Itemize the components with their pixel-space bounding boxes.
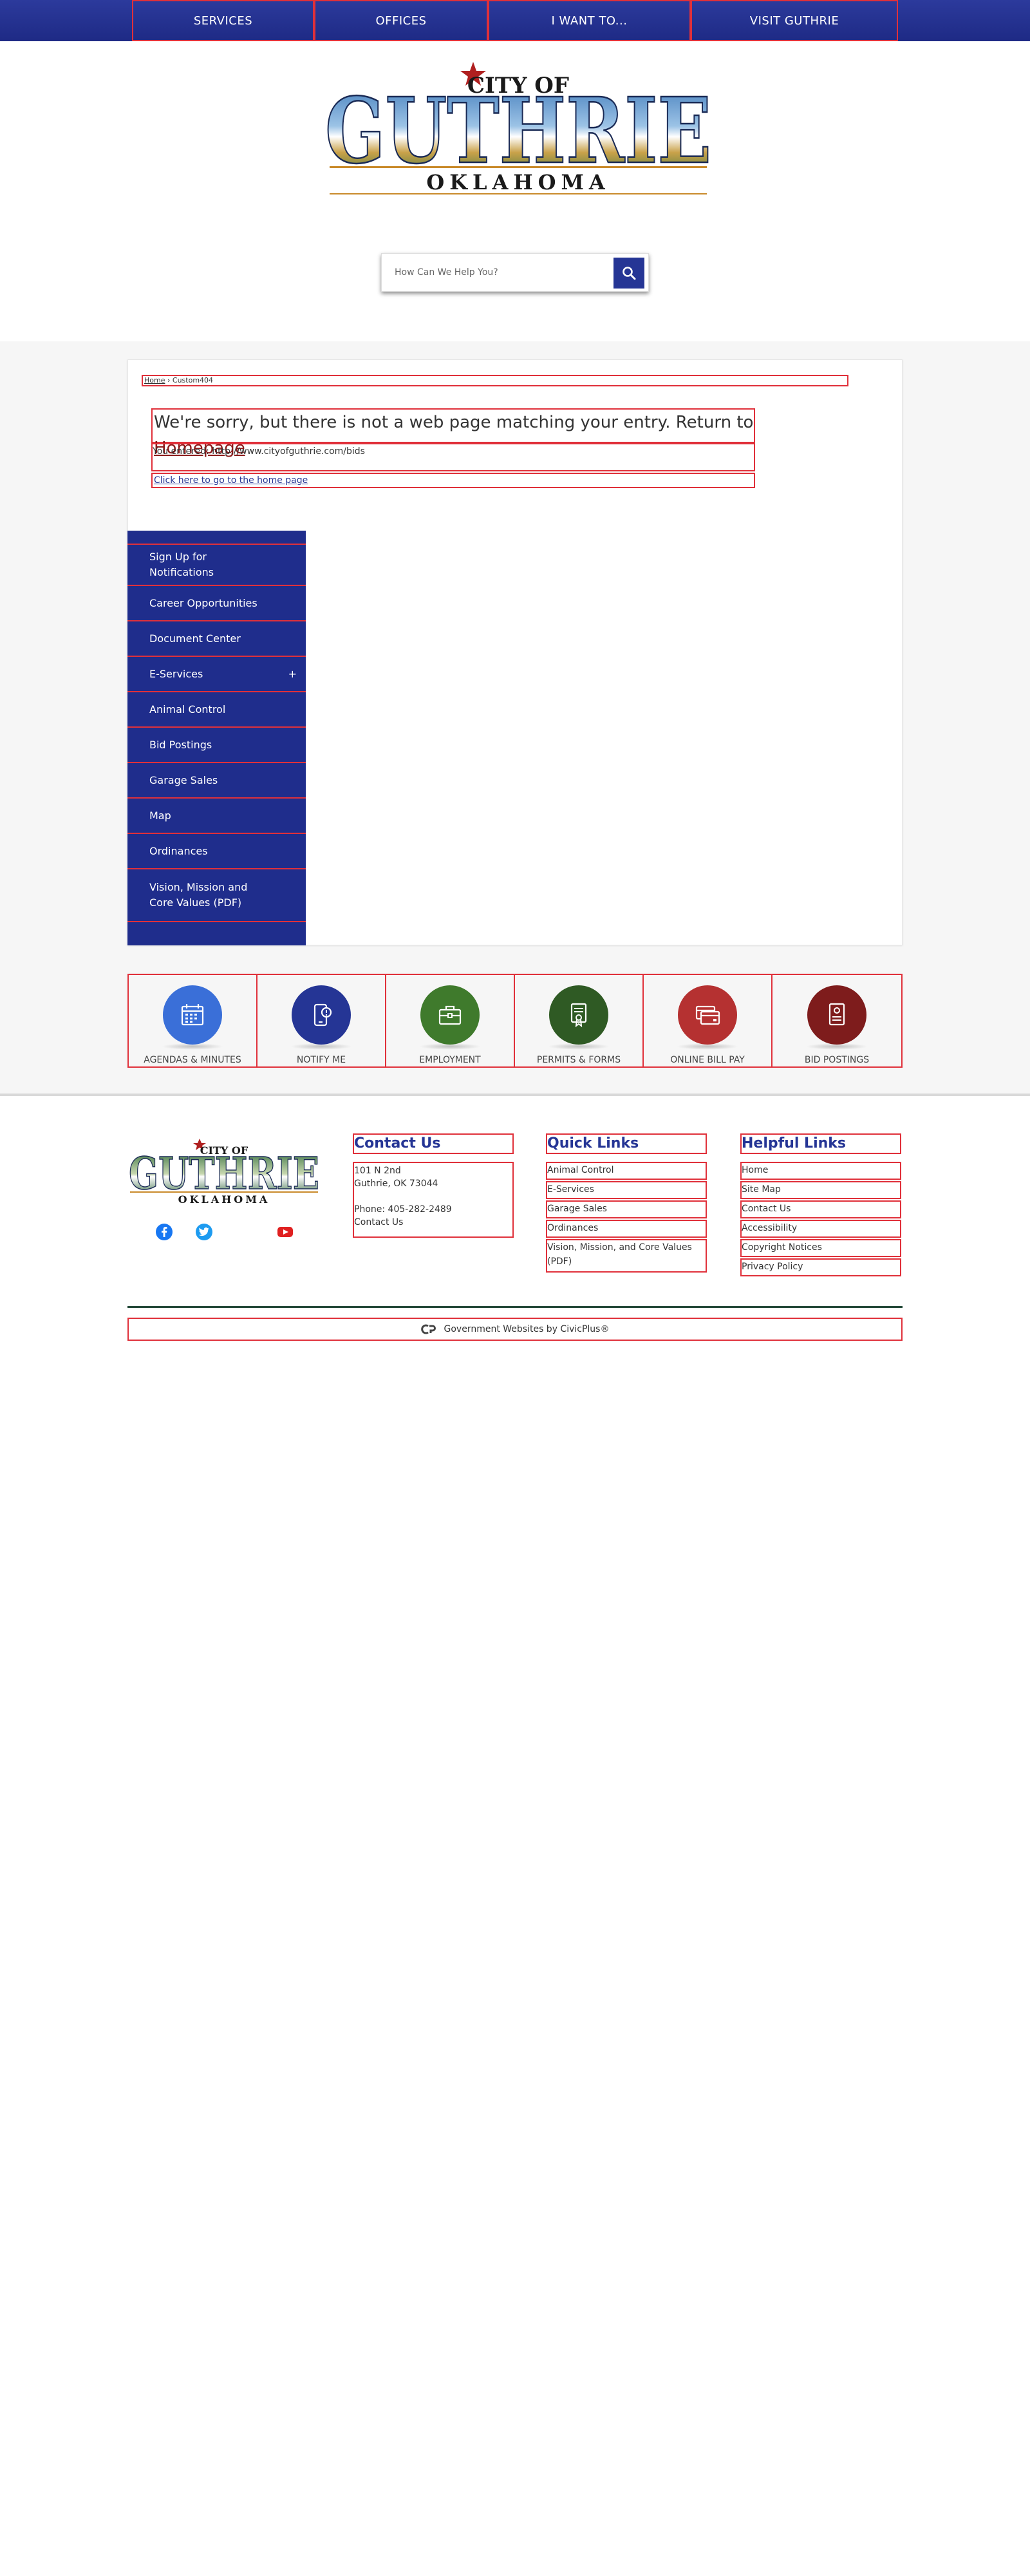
sidebar-item-label: Map (149, 809, 171, 822)
footer-helpful-link[interactable]: Privacy Policy (740, 1258, 901, 1276)
sidebar-item-label: Ordinances (149, 844, 208, 857)
top-nav-items: SERVICES OFFICES I WANT TO... VISIT GUTH… (132, 0, 898, 41)
search-button[interactable] (613, 258, 644, 289)
error-message: We're sorry, but there is not a web page… (151, 408, 755, 458)
footer-helpful-link[interactable]: Home (740, 1162, 901, 1180)
quick-link-notify-me[interactable]: NOTIFY ME (256, 974, 386, 1068)
footer-contact-link[interactable]: Contact Us (354, 1216, 512, 1229)
breadcrumb-current: Custom404 (172, 376, 214, 384)
footer-quick-links-heading: Quick Links (546, 1133, 707, 1154)
quick-link-label: PERMITS & FORMS (536, 1055, 621, 1065)
logo-oklahoma: OKLAHOMA (426, 170, 610, 194)
footer-contact-info: 101 N 2nd Guthrie, OK 73044 Phone: 405-2… (353, 1162, 514, 1238)
footer-quick-link[interactable]: Garage Sales (546, 1200, 707, 1218)
home-page-link-box: Click here to go to the home page (151, 473, 755, 488)
sidebar-item-map[interactable]: Map (127, 799, 306, 834)
bid-document-icon (807, 985, 866, 1045)
nav-item-i-want-to[interactable]: I WANT TO... (488, 0, 691, 41)
footer-rule (127, 1306, 903, 1308)
permit-document-icon (549, 985, 608, 1045)
quick-link-permits-forms[interactable]: PERMITS & FORMS (514, 974, 644, 1068)
site-search (381, 253, 649, 292)
sidebar-item-label: Document Center (149, 632, 241, 645)
facebook-icon[interactable] (156, 1224, 173, 1240)
footer-helpful-link[interactable]: Accessibility (740, 1220, 901, 1238)
breadcrumb: Home › Custom404 (142, 375, 848, 386)
search-icon (623, 267, 636, 280)
sidebar-item-career-opportunities[interactable]: Career Opportunities (127, 586, 306, 621)
quick-link-online-bill-pay[interactable]: ONLINE BILL PAY (642, 974, 772, 1068)
sidebar-item-label: Bid Postings (149, 738, 212, 751)
quick-link-agendas[interactable]: AGENDAS & MINUTES (127, 974, 258, 1068)
briefcase-icon (420, 985, 480, 1045)
sidebar-item-e-services[interactable]: E-Services + (127, 657, 306, 692)
sidebar-item-animal-control[interactable]: Animal Control (127, 692, 306, 728)
footer-quick-link[interactable]: Vision, Mission, and Core Values (PDF) (546, 1239, 707, 1273)
quick-link-employment[interactable]: EMPLOYMENT (385, 974, 515, 1068)
sidebar: Sign Up for Notifications Career Opportu… (127, 531, 306, 945)
youtube-icon[interactable] (277, 1224, 294, 1240)
sidebar-item-bid-postings[interactable]: Bid Postings (127, 728, 306, 763)
sidebar-item-notifications[interactable]: Sign Up for Notifications (127, 544, 306, 586)
error-message-text: We're sorry, but there is not a web page… (154, 413, 754, 432)
quick-link-label: NOTIFY ME (296, 1055, 346, 1065)
city-logo[interactable]: CITY OF GUTHRIE OKLAHOMA (322, 59, 715, 201)
quick-link-label: EMPLOYMENT (419, 1055, 481, 1065)
sidebar-item-label: Career Opportunities (149, 596, 258, 609)
top-navigation: SERVICES OFFICES I WANT TO... VISIT GUTH… (0, 0, 1030, 41)
home-page-link[interactable]: Click here to go to the home page (154, 475, 308, 486)
quick-link-label: AGENDAS & MINUTES (144, 1055, 241, 1065)
civicplus-credit[interactable]: Government Websites by CivicPlus® (127, 1318, 903, 1341)
logo-guthrie: GUTHRIE (325, 79, 711, 184)
footer-address-line1: 101 N 2nd (354, 1166, 401, 1176)
footer-logo[interactable]: CITY OF GUTHRIE OKLAHOMA (127, 1137, 321, 1209)
footer-quick-link[interactable]: E-Services (546, 1181, 707, 1199)
sidebar-item-garage-sales[interactable]: Garage Sales (127, 763, 306, 799)
search-input[interactable] (382, 254, 611, 291)
nav-item-offices[interactable]: OFFICES (314, 0, 488, 41)
sidebar-item-document-center[interactable]: Document Center (127, 621, 306, 657)
breadcrumb-home[interactable]: Home (144, 376, 165, 384)
calendar-icon (163, 985, 222, 1045)
nav-item-services[interactable]: SERVICES (132, 0, 314, 41)
entered-url: You entered: http://www.cityofguthrie.co… (151, 443, 755, 471)
nav-item-visit-guthrie[interactable]: VISIT GUTHRIE (691, 0, 898, 41)
expand-plus-icon[interactable]: + (288, 667, 297, 682)
civicplus-logo-icon (420, 1324, 436, 1334)
footer-contact-heading: Contact Us (353, 1133, 514, 1154)
footer-helpful-links-heading: Helpful Links (740, 1133, 901, 1154)
quick-link-bid-postings[interactable]: BID POSTINGS (771, 974, 903, 1068)
twitter-icon[interactable] (196, 1224, 212, 1240)
footer-helpful-link[interactable]: Site Map (740, 1181, 901, 1199)
breadcrumb-separator: › (167, 376, 171, 384)
footer-spacer (354, 1190, 512, 1203)
notification-phone-icon (292, 985, 351, 1045)
civicplus-text: Government Websites by CivicPlus® (444, 1324, 610, 1334)
footer-address-line2: Guthrie, OK 73044 (354, 1179, 438, 1189)
footer-helpful-link[interactable]: Contact Us (740, 1200, 901, 1218)
credit-card-icon (678, 985, 737, 1045)
footer-quick-link[interactable]: Animal Control (546, 1162, 707, 1180)
footer-quick-link[interactable]: Ordinances (546, 1220, 707, 1238)
sidebar-item-label: Vision, Mission and Core Values (PDF) (149, 881, 248, 909)
sidebar-item-ordinances[interactable]: Ordinances (127, 834, 306, 869)
footer-logo-oklahoma: OKLAHOMA (178, 1193, 270, 1206)
footer-phone: Phone: 405-282-2489 (354, 1204, 452, 1215)
quick-link-label: ONLINE BILL PAY (670, 1055, 745, 1065)
sidebar-item-vision-mission[interactable]: Vision, Mission and Core Values (PDF) (127, 869, 306, 922)
sidebar-item-label: Sign Up for Notifications (149, 551, 214, 578)
sidebar-item-label: E-Services (149, 667, 203, 680)
sidebar-item-label: Garage Sales (149, 773, 218, 786)
sidebar-item-label: Animal Control (149, 703, 226, 715)
footer-helpful-link[interactable]: Copyright Notices (740, 1239, 901, 1257)
quick-link-label: BID POSTINGS (804, 1055, 870, 1065)
